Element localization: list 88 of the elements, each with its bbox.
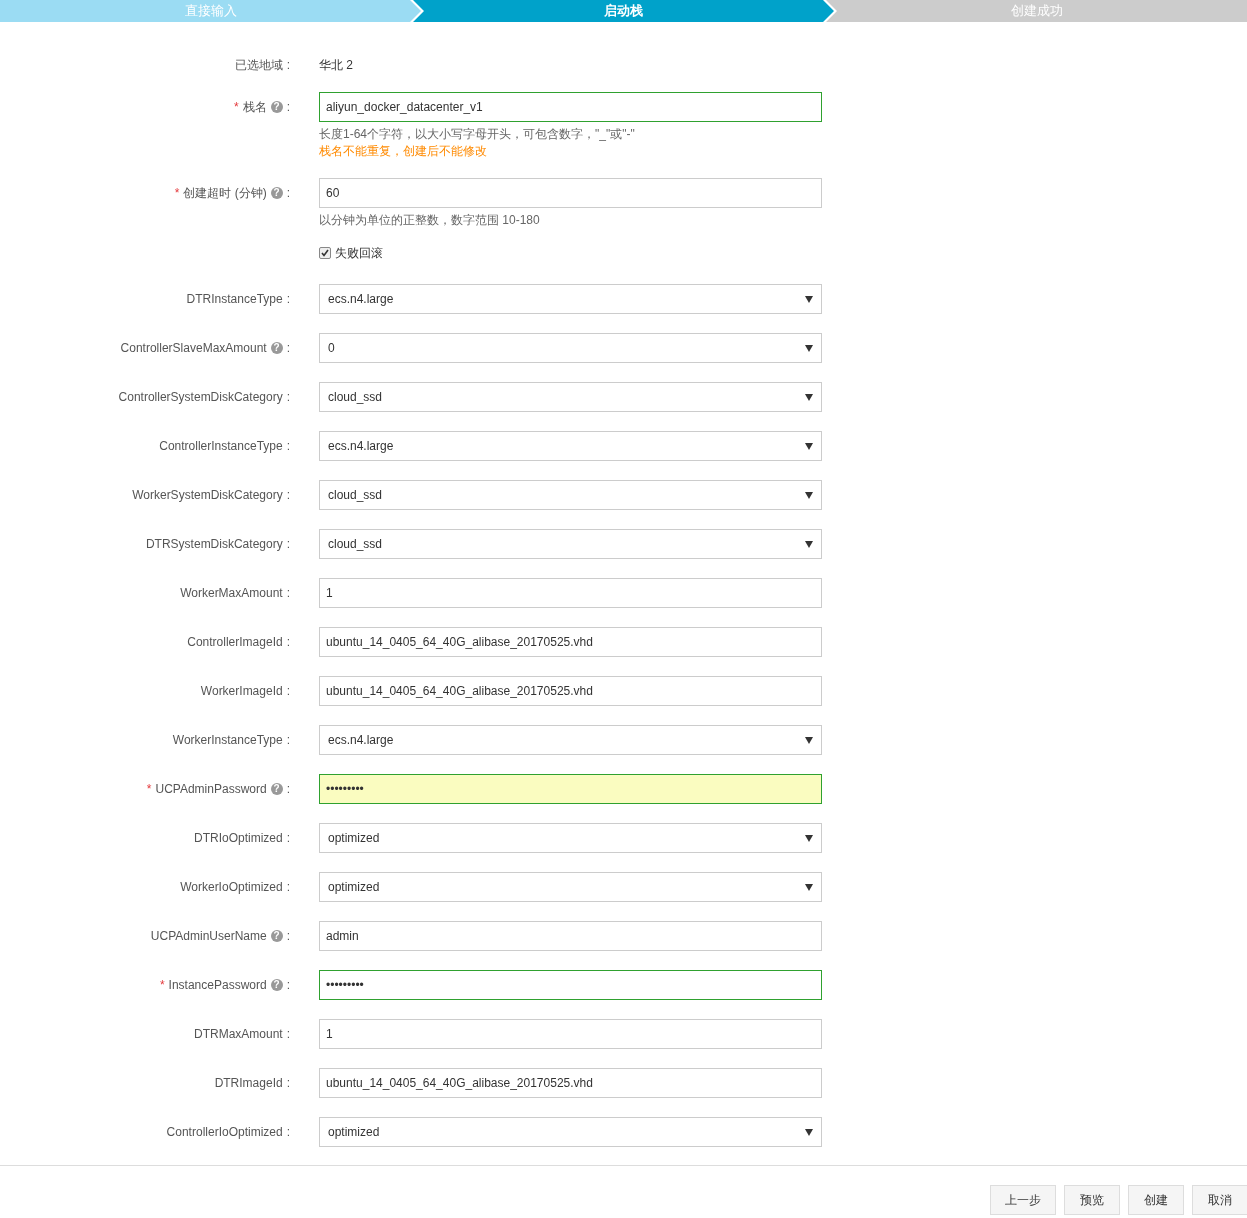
field-label: WorkerImageId — [200, 684, 283, 698]
action-button[interactable]: 取消 — [1192, 1185, 1247, 1215]
label-colon: : — [286, 831, 290, 845]
field-label: 创建超时 (分钟) — [183, 184, 267, 202]
select-field[interactable]: cloud_ssd — [319, 382, 822, 412]
input-field[interactable]: ubuntu_14_0405_64_40G_alibase_20170525.vhd — [319, 627, 822, 657]
label-colon: : — [286, 782, 290, 796]
field-label: WorkerIoOptimized — [180, 880, 283, 894]
caret-icon — [805, 393, 813, 401]
action-button[interactable]: 上一步 — [990, 1185, 1056, 1215]
field-label: 栈名 — [242, 98, 267, 116]
label-colon: : — [286, 586, 290, 600]
field-label: WorkerMaxAmount — [180, 586, 283, 600]
field-label: ControllerSlaveMaxAmount — [120, 341, 267, 355]
caret-icon — [805, 540, 813, 548]
field-label: UCPAdminUserName — [150, 929, 267, 943]
select-field[interactable]: ecs.n4.large — [319, 431, 822, 461]
input-field[interactable]: ubuntu_14_0405_64_40G_alibase_20170525.vhd — [319, 1068, 822, 1098]
caret-icon — [805, 736, 813, 744]
select-field[interactable]: optimized — [319, 823, 822, 853]
wizard-step: 直接输入 — [0, 0, 421, 22]
select-field[interactable]: ecs.n4.large — [319, 284, 822, 314]
required-mark: * — [146, 782, 152, 796]
label-colon: : — [286, 880, 290, 894]
select-field[interactable]: cloud_ssd — [319, 480, 822, 510]
caret-icon — [805, 834, 813, 842]
label-colon: : — [286, 341, 290, 355]
label-colon: : — [286, 929, 290, 943]
label-colon: : — [286, 488, 290, 502]
checkbox[interactable] — [319, 247, 331, 259]
label-colon: : — [286, 58, 290, 72]
password-field[interactable]: ••••••••• — [319, 970, 822, 1000]
input-field[interactable]: ubuntu_14_0405_64_40G_alibase_20170525.vhd — [319, 676, 822, 706]
caret-icon — [805, 883, 813, 891]
help-text: 以分钟为单位的正整数，数字范围 10-180 — [319, 212, 541, 228]
field-label: DTRImageId — [214, 1076, 283, 1090]
required-mark: * — [174, 186, 180, 200]
input-field[interactable]: 60 — [319, 178, 822, 208]
field-label: DTRMaxAmount — [193, 1027, 283, 1041]
field-label: ControllerIoOptimized — [166, 1125, 283, 1139]
label-colon: : — [286, 100, 290, 114]
label-colon: : — [286, 1125, 290, 1139]
field-label: WorkerInstanceType — [172, 733, 283, 747]
label-colon: : — [286, 439, 290, 453]
label-colon: : — [286, 390, 290, 404]
caret-icon — [805, 295, 813, 303]
required-mark: * — [159, 978, 165, 992]
field-label: WorkerSystemDiskCategory — [132, 488, 283, 502]
field-label: InstancePassword — [168, 978, 267, 992]
field-label: UCPAdminPassword — [155, 782, 267, 796]
label-colon: : — [286, 978, 290, 992]
label-colon: : — [286, 537, 290, 551]
field-label: 已选地域 — [234, 56, 283, 74]
field-label: ControllerSystemDiskCategory — [118, 390, 283, 404]
input-field[interactable]: admin — [319, 921, 822, 951]
label-colon: : — [286, 635, 290, 649]
select-field[interactable]: optimized — [319, 1117, 822, 1147]
label-colon: : — [286, 1076, 290, 1090]
action-button[interactable]: 创建 — [1128, 1185, 1184, 1215]
select-field[interactable]: optimized — [319, 872, 822, 902]
field-label: DTRIoOptimized — [193, 831, 283, 845]
caret-icon — [805, 344, 813, 352]
field-label: ControllerInstanceType — [159, 439, 283, 453]
select-field[interactable]: cloud_ssd — [319, 529, 822, 559]
wizard-step: 启动栈 — [413, 0, 834, 22]
field-label: ControllerImageId — [187, 635, 283, 649]
input-field[interactable]: aliyun_docker_datacenter_v1 — [319, 92, 822, 122]
label-colon: : — [286, 186, 290, 200]
caret-icon — [805, 1128, 813, 1136]
field-label: DTRSystemDiskCategory — [145, 537, 283, 551]
region-value: 华北 2 — [319, 56, 353, 74]
help-text: 长度1-64个字符，以大小写字母开头，可包含数字，"_"或"-" — [319, 126, 636, 142]
caret-icon — [805, 442, 813, 450]
label-colon: : — [286, 292, 290, 306]
label-colon: : — [286, 684, 290, 698]
required-mark: * — [234, 100, 239, 114]
input-field[interactable]: 1 — [319, 578, 822, 608]
field-label: DTRInstanceType — [186, 292, 283, 306]
input-field[interactable]: 1 — [319, 1019, 822, 1049]
warning-text: 栈名不能重复，创建后不能修改 — [319, 143, 488, 159]
select-field[interactable]: ecs.n4.large — [319, 725, 822, 755]
label-colon: : — [286, 733, 290, 747]
caret-icon — [805, 491, 813, 499]
password-field[interactable]: ••••••••• — [319, 774, 822, 804]
label-colon: : — [286, 1027, 290, 1041]
select-field[interactable]: 0 — [319, 333, 822, 363]
action-button[interactable]: 预览 — [1064, 1185, 1120, 1215]
checkbox-label: 失败回滚 — [335, 244, 383, 262]
